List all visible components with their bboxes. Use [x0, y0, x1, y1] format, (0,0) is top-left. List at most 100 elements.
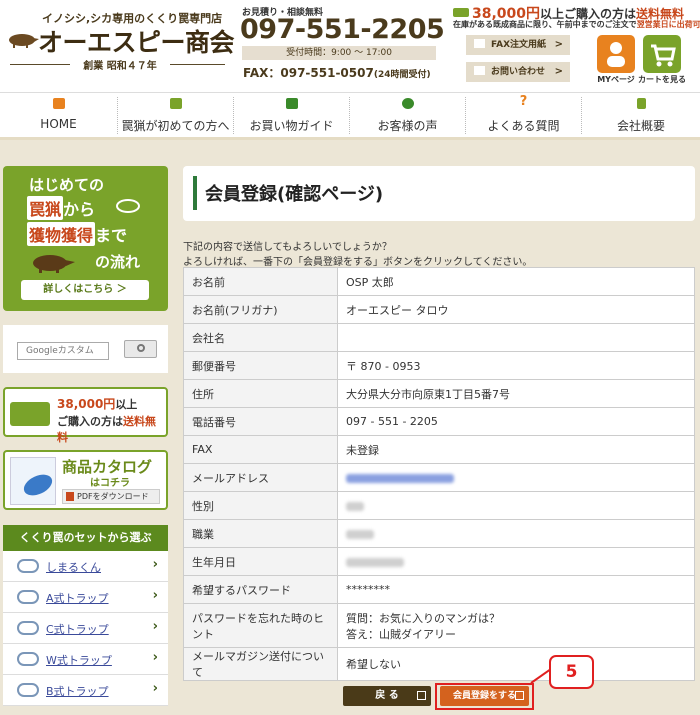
- nav-customer-voice[interactable]: お客様の声: [350, 93, 465, 138]
- promo-line-4: の流れ: [95, 253, 141, 271]
- contact-button[interactable]: お問い合わせ >: [466, 62, 570, 82]
- nav-shopping-guide[interactable]: お買い物ガイド: [234, 93, 349, 138]
- phone-number: 097-551-2205: [240, 14, 445, 45]
- catalog-illustration: [20, 470, 56, 500]
- chevron-right-icon: ›: [152, 588, 158, 603]
- nav-beginners[interactable]: 罠猟が初めての方へ: [118, 93, 233, 138]
- mypage-button[interactable]: [597, 35, 635, 73]
- trap-set-heading: くくり罠のセットから選ぶ: [3, 525, 168, 551]
- company-logo-text[interactable]: オーエスピー商会: [38, 23, 235, 59]
- field-label: 会社名: [183, 323, 338, 352]
- mail-icon: [474, 66, 485, 75]
- site-search: [3, 325, 168, 373]
- fax-info: FAX：097-551-0507(24時間受付): [243, 64, 431, 81]
- fax-form-label: FAX注文用紙: [491, 40, 547, 50]
- trap-icon: [17, 621, 39, 635]
- fax-note: (24時間受付): [373, 70, 431, 80]
- trap-icon: [17, 590, 39, 604]
- page-title: 会員登録(確認ページ): [205, 184, 384, 205]
- catalog-pdf-label: PDFをダウンロード: [77, 492, 149, 501]
- table-row: 電話番号 097 - 551 - 2205: [183, 407, 695, 436]
- back-button[interactable]: 戻 る: [343, 686, 431, 706]
- cart-icon: [285, 98, 298, 109]
- chevron-right-icon: >: [554, 39, 563, 50]
- chevron-right-icon: ›: [152, 619, 158, 634]
- register-submit-button[interactable]: 会員登録をする: [440, 686, 529, 706]
- promo-details-button[interactable]: 詳しくはこちら ＞: [21, 280, 149, 300]
- trap-icon: [17, 559, 39, 573]
- field-label: FAX: [183, 435, 338, 464]
- nav-label: お客様の声: [377, 119, 438, 133]
- table-row: 郵便番号 〒 870 - 0953: [183, 351, 695, 380]
- trap-item-w-type[interactable]: W式トラップ ›: [3, 644, 168, 675]
- field-value: [337, 323, 695, 352]
- blurred-value: [346, 557, 404, 567]
- fax-form-button[interactable]: FAX注文用紙 >: [466, 35, 570, 55]
- beginner-mark-icon: [169, 98, 182, 109]
- table-row: 職業: [183, 519, 695, 548]
- nav-home[interactable]: HOME: [0, 93, 117, 138]
- confirm-intro-2: よろしければ、一番下の「会員登録をする」ボタンをクリックしてください。: [183, 257, 533, 268]
- nav-company[interactable]: 会社概要: [582, 93, 700, 138]
- promo-highlight: 罠猟: [27, 196, 64, 220]
- field-value: 大分県大分市向原東1丁目5番7号: [337, 379, 695, 408]
- trap-label: W式トラップ: [46, 654, 112, 667]
- boar-logo-icon: [9, 34, 39, 48]
- search-button[interactable]: [124, 340, 157, 358]
- trap-icon: [17, 652, 39, 666]
- hint-answer: 答え：山賊ダイアリー: [346, 627, 456, 641]
- free-shipping-banner[interactable]: 38,000円以上 ご購入の方は送料無料: [3, 387, 168, 444]
- chevron-right-icon: [417, 691, 426, 700]
- chevron-right-icon: [515, 691, 524, 700]
- field-label: 生年月日: [183, 547, 338, 576]
- nav-faq[interactable]: ? よくある質問: [466, 93, 581, 138]
- search-input[interactable]: [17, 342, 109, 360]
- same-day-strong: 翌営業日に出荷可能: [636, 20, 700, 29]
- field-value: 希望しない: [337, 647, 695, 681]
- cart-icon: [651, 44, 676, 67]
- trap-item-shimarukun[interactable]: しまるくん ›: [3, 551, 168, 582]
- catalog-cover-image: [10, 457, 56, 505]
- chevron-right-icon: >: [554, 66, 563, 77]
- trap-label: A式トラップ: [46, 592, 109, 605]
- field-label: 郵便番号: [183, 351, 338, 380]
- chevron-right-icon: ›: [152, 650, 158, 665]
- ship-amount: 38,000円: [57, 397, 116, 411]
- home-icon: [52, 98, 65, 109]
- trap-item-a-type[interactable]: A式トラップ ›: [3, 582, 168, 613]
- ship-line-1: 38,000円以上: [57, 395, 137, 412]
- table-row: 希望するパスワード ********: [183, 575, 695, 604]
- mypage-label: MYページ: [597, 75, 635, 84]
- table-row: 生年月日: [183, 547, 695, 576]
- field-label: 性別: [183, 491, 338, 520]
- field-value: ********: [337, 575, 695, 604]
- submit-label: 会員登録をする: [452, 691, 516, 701]
- building-icon: [637, 98, 646, 109]
- trap-item-b-type[interactable]: B式トラップ ›: [3, 675, 168, 706]
- nav-label: お買い物ガイド: [249, 119, 334, 133]
- cart-button[interactable]: [643, 35, 681, 73]
- nav-label: 罠猟が初めての方へ: [121, 119, 230, 133]
- founded-line: 創業 昭和４７年: [10, 57, 225, 72]
- promo-line-2: 罠猟 から: [27, 196, 95, 220]
- promo-text: から: [63, 200, 96, 219]
- confirm-intro-1: 下記の内容で送信してもよろしいでしょうか？: [183, 242, 392, 253]
- table-row: メールマガジン送付について 希望しない: [183, 647, 695, 681]
- ship-suffix: 以上: [115, 398, 138, 411]
- promo-text: まで: [95, 226, 128, 245]
- trap-item-c-type[interactable]: C式トラップ ›: [3, 613, 168, 644]
- catalog-pdf-download[interactable]: PDFをダウンロード: [62, 489, 160, 504]
- founded-text: 創業 昭和４７年: [83, 61, 157, 72]
- table-row: 住所 大分県大分市向原東1丁目5番7号: [183, 379, 695, 408]
- nav-label: よくある質問: [487, 119, 560, 133]
- trap-label: しまるくん: [46, 561, 101, 574]
- promo-line-3: 獲物獲得 まで: [27, 222, 127, 246]
- fax-label: FAX：: [243, 66, 281, 80]
- trap-label: B式トラップ: [46, 685, 109, 698]
- site-header: イノシシ,シカ専用のくくり罠専門店 オーエスピー商会 創業 昭和４７年 お見積り…: [0, 0, 700, 92]
- trap-icon: [17, 683, 39, 697]
- beginners-flow-banner[interactable]: はじめての 罠猟 から 獲物獲得 まで の流れ 詳しくはこちら ＞: [3, 166, 168, 311]
- field-label: 職業: [183, 519, 338, 548]
- catalog-banner[interactable]: 商品カタログ はコチラ PDFをダウンロード: [3, 450, 168, 510]
- field-value: 097 - 551 - 2205: [337, 407, 695, 436]
